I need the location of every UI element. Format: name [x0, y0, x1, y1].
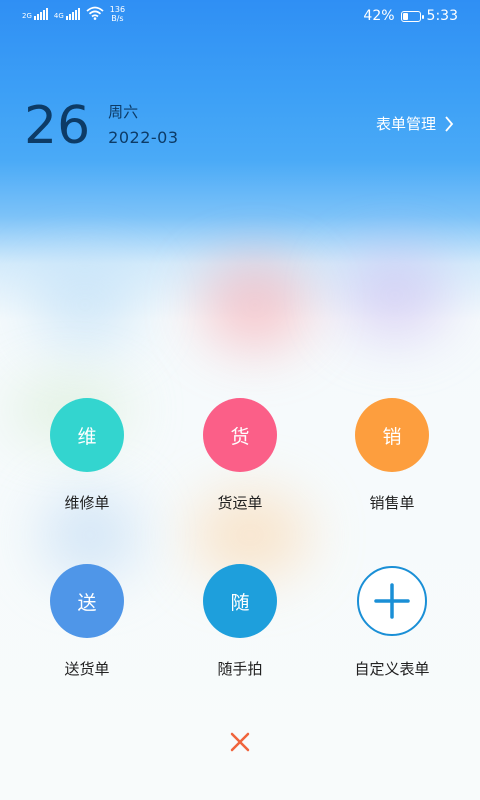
plus-icon — [374, 583, 410, 619]
snapshot-form-glyph: 随 — [230, 591, 250, 614]
network-speed-unit: B/s — [111, 14, 124, 23]
wifi-icon — [86, 6, 104, 20]
clock-time: 5:33 — [426, 8, 458, 24]
bg-blob — [200, 260, 310, 350]
freight-form-label: 货运单 — [217, 494, 263, 512]
battery-icon — [400, 10, 424, 22]
sales-form-glyph: 销 — [382, 425, 402, 448]
custom-form-icon — [357, 566, 427, 636]
status-bar: 2G 4G 136 B/s 42% 5:33 — [0, 0, 480, 34]
battery-percent: 42% — [363, 8, 395, 24]
cell-signal-2-icon: 4G — [54, 6, 80, 20]
freight-form-glyph: 货 — [230, 425, 250, 448]
form-item-sales[interactable]: 销 销售单 — [332, 398, 452, 513]
date-header: 26 周六 2022-03 — [24, 100, 179, 152]
repair-form-label: 维修单 — [64, 494, 110, 512]
sales-form-icon: 销 — [355, 398, 429, 472]
form-item-delivery[interactable]: 送 送货单 — [27, 564, 147, 679]
bg-blob — [340, 250, 450, 340]
form-item-snapshot[interactable]: 随 随手拍 — [180, 564, 300, 679]
form-item-repair[interactable]: 维 维修单 — [27, 398, 147, 513]
custom-form-label: 自定义表单 — [354, 660, 430, 678]
delivery-form-label: 送货单 — [64, 660, 110, 678]
sales-form-label: 销售单 — [369, 494, 415, 512]
chevron-right-icon — [445, 115, 454, 132]
weekday-label: 周六 — [108, 103, 139, 121]
network-speed-value: 136 — [109, 5, 126, 14]
bg-blob — [30, 260, 140, 350]
form-item-custom[interactable]: 自定义表单 — [332, 564, 452, 679]
snapshot-form-label: 随手拍 — [217, 660, 263, 678]
network-speed: 136 B/s — [110, 5, 125, 23]
repair-form-icon: 维 — [50, 398, 124, 472]
day-number: 26 — [24, 96, 91, 156]
repair-form-glyph: 维 — [77, 425, 97, 448]
cell-signal-1-icon: 2G — [22, 6, 48, 20]
close-button[interactable] — [225, 727, 255, 757]
form-management-link[interactable]: 表单管理 — [376, 113, 454, 134]
freight-form-icon: 货 — [203, 398, 277, 472]
form-management-label: 表单管理 — [375, 115, 436, 133]
close-icon — [230, 732, 250, 752]
year-month-label: 2022-03 — [108, 128, 179, 147]
battery-fill — [402, 12, 409, 20]
form-item-freight[interactable]: 货 货运单 — [180, 398, 300, 513]
snapshot-form-icon: 随 — [203, 564, 277, 638]
delivery-form-icon: 送 — [50, 564, 124, 638]
delivery-form-glyph: 送 — [77, 591, 97, 614]
